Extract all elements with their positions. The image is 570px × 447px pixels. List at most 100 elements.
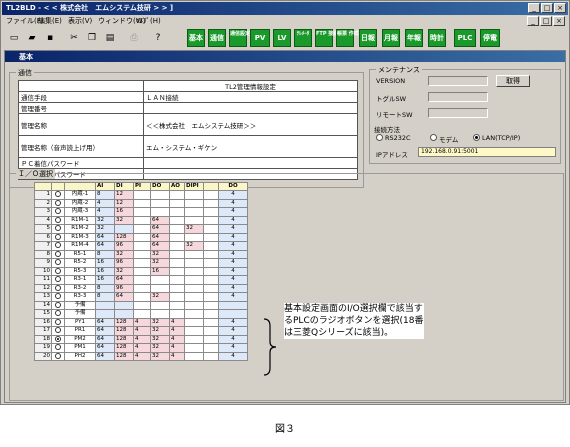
io-select-radio[interactable] (55, 267, 61, 274)
io-row-number: 6 (34, 232, 52, 242)
menu-help[interactable]: ﾍﾙﾌﾟ(H) (136, 16, 161, 26)
io-cell-di (114, 300, 134, 310)
io-cell-dipi (184, 190, 204, 200)
io-row: 1 内蔵-1 8 12 4 (34, 190, 248, 200)
paste-icon[interactable]: ▤ (102, 30, 118, 46)
print-icon[interactable]: ⎙ (126, 30, 142, 46)
toolbar-basic-button[interactable]: 基本 (187, 29, 205, 47)
get-button[interactable]: 取得 (496, 75, 530, 87)
io-select-radio[interactable] (55, 293, 61, 299)
maximize-button[interactable]: □ (541, 3, 553, 13)
io-cell-do (150, 275, 170, 285)
io-row-name: 予備 (64, 309, 96, 319)
io-row-name: 内蔵-3 (64, 207, 96, 217)
io-row-number: 8 (34, 249, 52, 259)
io-select-radio[interactable] (55, 352, 61, 359)
io-select-radio[interactable] (55, 233, 61, 240)
new-file-icon[interactable]: ▭ (6, 30, 22, 46)
io-cell-dipi (184, 292, 204, 302)
toolbar-yearly-report-button[interactable]: 年報 (405, 29, 423, 47)
io-row-name: PH2 (64, 351, 96, 361)
io-row-number: 17 (34, 326, 52, 336)
mgmt-name-voice-field[interactable]: エム・システム・ギケン (143, 135, 358, 158)
io-cell-do: 64 (150, 241, 170, 251)
child-close-button[interactable]: × (553, 16, 565, 26)
inner-title-bar: 基本 (5, 51, 565, 62)
io-cell-dipi (184, 232, 204, 242)
modem-radio[interactable] (430, 134, 437, 141)
cut-icon[interactable]: ✂ (66, 30, 82, 46)
io-select-radio[interactable] (55, 242, 61, 248)
io-select-radio[interactable] (55, 259, 61, 265)
io-select-radio[interactable] (55, 327, 61, 333)
io-select-radio[interactable] (55, 250, 61, 257)
io-row: 8 R5-1 8 32 32 4 (34, 249, 248, 259)
io-select-radio[interactable] (55, 225, 61, 231)
io-cell-di: 64 (114, 275, 134, 285)
io-cell-ai: 16 (95, 275, 115, 285)
io-row-number: 4 (34, 215, 52, 225)
toolbar-telemeter-button[interactable]: ﾃﾚﾒｰﾀ (294, 29, 312, 47)
io-select-radio[interactable] (55, 335, 61, 342)
io-row-number: 12 (34, 283, 52, 293)
io-select-radio[interactable] (55, 208, 61, 214)
io-cell-do: 32 (150, 292, 170, 302)
io-cell-di: 128 (114, 334, 134, 344)
io-select-radio[interactable] (55, 318, 61, 325)
io-select-radio[interactable] (55, 191, 61, 197)
toolbar-clock-button[interactable]: 時計 (428, 29, 446, 47)
io-select-radio[interactable] (55, 301, 61, 308)
menu-view[interactable]: 表示(V) (68, 16, 92, 26)
minimize-button[interactable]: _ (528, 3, 540, 13)
save-icon[interactable]: ▪ (42, 30, 58, 46)
comm-method-select[interactable]: ＬＡＮ接続 (143, 91, 358, 103)
toolbar-comm-button[interactable]: 通信 (208, 29, 226, 47)
toolbar-comm-settings-button[interactable]: 通信設定 (229, 29, 250, 47)
ip-address-input[interactable]: 192.168.0.91:5001 (418, 147, 556, 157)
child-minimize-button[interactable]: _ (527, 16, 539, 26)
mgmt-name-voice-label: 管理名称（音声読上げ用） (18, 135, 144, 158)
io-header-do: DO (150, 182, 170, 191)
lan-radio[interactable] (473, 134, 480, 141)
io-cell-do2: 4 (218, 334, 248, 344)
toolbar-ftp-button[interactable]: FTP 接続 (315, 29, 338, 47)
toolbar-lv-button[interactable]: LV (273, 29, 291, 47)
io-legend: Ｉ／Ｏ選択 (16, 169, 55, 179)
toolbar-monthly-report-button[interactable]: 月報 (382, 29, 400, 47)
io-select-radio[interactable] (55, 276, 61, 282)
io-select-radio[interactable] (55, 199, 61, 206)
io-cell-dipi (184, 309, 204, 319)
io-row: 13 R3-3 8 64 32 4 (34, 292, 248, 302)
toolbar-report-create-button[interactable]: 帳票 作成 (336, 29, 359, 47)
io-cell-ai (95, 300, 115, 310)
io-select-radio[interactable] (55, 284, 61, 291)
io-select-radio[interactable] (55, 216, 61, 223)
menu-edit[interactable]: 編集(E) (38, 16, 62, 26)
io-cell-ao: 4 (169, 334, 185, 344)
title-bar: TL2BLD - < < 株式会社 エムシステム技研 > > ] _ □ × (2, 2, 568, 15)
copy-icon[interactable]: ❐ (84, 30, 100, 46)
toolbar-plc-button[interactable]: PLC (454, 29, 476, 47)
io-cell-do: 64 (150, 232, 170, 242)
child-restore-button[interactable]: □ (540, 16, 552, 26)
io-cell-ao (169, 283, 185, 293)
pc-password-field[interactable] (143, 157, 358, 169)
io-select-radio[interactable] (55, 344, 61, 350)
mgmt-number-field[interactable] (143, 102, 358, 114)
toolbar-pv-button[interactable]: PV (250, 29, 270, 47)
io-cell-ao: 4 (169, 317, 185, 327)
open-folder-icon[interactable]: ▰ (24, 30, 40, 46)
mgmt-name-field[interactable]: ＜＜株式会社 エムシステム技研＞＞ (143, 113, 358, 136)
io-cell-do (150, 198, 170, 208)
toolbar-daily-report-button[interactable]: 日報 (359, 29, 377, 47)
io-cell-di: 32 (114, 266, 134, 276)
close-button[interactable]: × (554, 3, 566, 13)
io-cell-di: 128 (114, 232, 134, 242)
toolbar-power-failure-button[interactable]: 停電 (480, 29, 500, 47)
io-cell-pi: 4 (133, 326, 151, 336)
help-icon[interactable]: ? (150, 30, 166, 46)
io-cell-dipi (184, 198, 204, 208)
io-row: 3 内蔵-3 4 16 4 (34, 207, 248, 217)
rs232c-radio[interactable] (376, 134, 383, 141)
io-select-radio[interactable] (55, 310, 61, 316)
